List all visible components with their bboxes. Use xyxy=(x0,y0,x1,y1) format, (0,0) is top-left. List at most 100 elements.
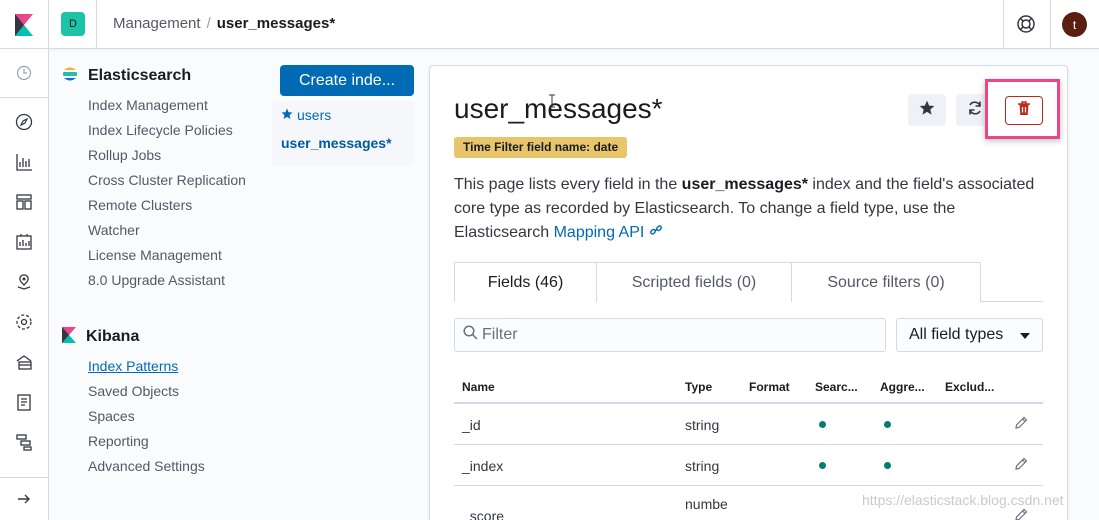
breadcrumb: Management / user_messages* xyxy=(113,15,335,32)
sidenav-section-title: Elasticsearch xyxy=(88,67,192,84)
sidenav-item-index-patterns[interactable]: Index Patterns xyxy=(62,354,272,379)
sidenav-item-spaces[interactable]: Spaces xyxy=(62,404,272,429)
desc-text: This page lists every field in the xyxy=(454,176,682,193)
pattern-item-users[interactable]: users xyxy=(281,101,414,129)
aggregatable-dot xyxy=(884,421,891,428)
watermark: https://elasticstack.blog.csdn.net xyxy=(862,492,1064,508)
delete-highlight-box xyxy=(985,79,1060,139)
desc-index-name: user_messages* xyxy=(681,176,808,193)
star-icon xyxy=(281,101,293,129)
breadcrumb-current: user_messages* xyxy=(216,15,336,32)
management-sidenav: Elasticsearch Index Management Index Lif… xyxy=(62,66,272,479)
tab-scripted-fields[interactable]: Scripted fields (0) xyxy=(596,262,792,302)
field-type: string xyxy=(685,458,720,474)
caret-down-icon xyxy=(1020,326,1030,344)
mapping-api-link[interactable]: Mapping API xyxy=(554,224,645,241)
ml-icon[interactable] xyxy=(12,310,36,334)
pencil-icon[interactable] xyxy=(1014,508,1028,520)
table-header: Name Type Format Searc... Aggre... Exclu… xyxy=(454,368,1043,404)
dashboard-icon[interactable] xyxy=(12,190,36,214)
set-default-button[interactable] xyxy=(908,94,946,126)
breadcrumb-parent[interactable]: Management xyxy=(113,15,201,32)
column-aggregatable[interactable]: Aggre... xyxy=(880,380,925,394)
pencil-icon[interactable] xyxy=(1014,416,1028,433)
kibana-logo-icon[interactable] xyxy=(0,0,49,49)
time-filter-badge: Time Filter field name: date xyxy=(454,137,628,158)
link-icon xyxy=(649,224,663,241)
aggregatable-dot xyxy=(884,462,891,469)
star-icon xyxy=(919,100,935,121)
sidenav-section-kibana: Kibana xyxy=(62,326,272,348)
sidenav-item-watcher[interactable]: Watcher xyxy=(62,218,272,243)
header-divider xyxy=(1050,0,1051,49)
delete-index-pattern-button[interactable] xyxy=(1005,96,1043,125)
rail-divider xyxy=(0,97,49,98)
filter-input[interactable]: Filter xyxy=(454,318,886,352)
header-divider xyxy=(96,0,97,49)
logs-icon[interactable] xyxy=(12,390,36,414)
field-type-select[interactable]: All field types xyxy=(896,318,1043,352)
user-avatar[interactable]: t xyxy=(1062,12,1087,37)
apm-icon[interactable] xyxy=(12,430,36,454)
field-type: numbe xyxy=(685,496,728,512)
refresh-icon xyxy=(967,100,983,121)
tab-source-filters[interactable]: Source filters (0) xyxy=(791,262,981,302)
sidenav-section-elasticsearch: Elasticsearch xyxy=(62,66,272,86)
sidenav-item-advanced-settings[interactable]: Advanced Settings xyxy=(62,454,272,479)
page-description: This page lists every field in the user_… xyxy=(454,173,1049,245)
pencil-icon[interactable] xyxy=(1014,457,1028,474)
column-type[interactable]: Type xyxy=(685,380,712,394)
sidenav-item-rollup-jobs[interactable]: Rollup Jobs xyxy=(62,143,272,168)
canvas-icon[interactable] xyxy=(12,230,36,254)
sidenav-item-reporting[interactable]: Reporting xyxy=(62,429,272,454)
sidenav-item-license-management[interactable]: License Management xyxy=(62,243,272,268)
infrastructure-icon[interactable] xyxy=(12,350,36,374)
sidenav-section-title: Kibana xyxy=(86,328,140,345)
sidenav-item-index-lifecycle-policies[interactable]: Index Lifecycle Policies xyxy=(62,118,272,143)
text-cursor-icon xyxy=(548,94,556,111)
searchable-dot xyxy=(819,421,826,428)
field-name: _score xyxy=(462,508,505,520)
table-row: _id string xyxy=(454,404,1043,445)
visualize-icon[interactable] xyxy=(12,150,36,174)
column-searchable[interactable]: Searc... xyxy=(815,380,858,394)
search-icon xyxy=(463,325,478,345)
table-row: _index string xyxy=(454,445,1043,486)
create-index-pattern-button[interactable]: Create inde... xyxy=(280,65,414,96)
sidenav-item-cross-cluster-replication[interactable]: Cross Cluster Replication xyxy=(62,168,272,193)
field-type: string xyxy=(685,417,720,433)
sidenav-item-upgrade-assistant[interactable]: 8.0 Upgrade Assistant xyxy=(62,268,272,293)
sidenav-item-index-management[interactable]: Index Management xyxy=(62,93,272,118)
field-type-select-value: All field types xyxy=(909,326,1004,343)
expand-icon[interactable] xyxy=(12,487,36,511)
help-icon[interactable] xyxy=(1015,13,1037,35)
maps-icon[interactable] xyxy=(12,270,36,294)
top-header: D Management / user_messages* t xyxy=(0,0,1099,49)
field-name: _id xyxy=(462,417,481,433)
field-tabs: Fields (46) Scripted fields (0) Source f… xyxy=(454,262,1043,302)
pattern-item-user-messages[interactable]: user_messages* xyxy=(281,129,414,157)
field-name: _index xyxy=(462,458,504,474)
clock-icon[interactable] xyxy=(12,61,36,85)
page-title: user_messages* xyxy=(454,93,663,124)
column-excluded[interactable]: Exclud... xyxy=(945,380,994,394)
column-format[interactable]: Format xyxy=(749,380,790,394)
column-name[interactable]: Name xyxy=(462,380,495,394)
sidenav-item-saved-objects[interactable]: Saved Objects xyxy=(62,379,272,404)
tab-fields[interactable]: Fields (46) xyxy=(454,262,597,302)
discover-icon[interactable] xyxy=(12,110,36,134)
nav-rail xyxy=(0,49,49,520)
kibana-section-icon xyxy=(62,326,76,348)
pattern-item-label: users xyxy=(297,107,332,123)
searchable-dot xyxy=(819,462,826,469)
breadcrumb-separator: / xyxy=(206,15,211,32)
header-divider xyxy=(1003,0,1004,49)
trash-icon xyxy=(1017,100,1031,121)
index-pattern-panel: user_messages* Time Filter field name: d… xyxy=(429,65,1068,520)
filter-placeholder: Filter xyxy=(482,326,518,343)
rail-divider xyxy=(0,477,49,478)
index-pattern-list: users user_messages* xyxy=(272,101,414,165)
elasticsearch-logo-icon xyxy=(62,66,78,87)
sidenav-item-remote-clusters[interactable]: Remote Clusters xyxy=(62,193,272,218)
space-avatar[interactable]: D xyxy=(61,12,85,36)
